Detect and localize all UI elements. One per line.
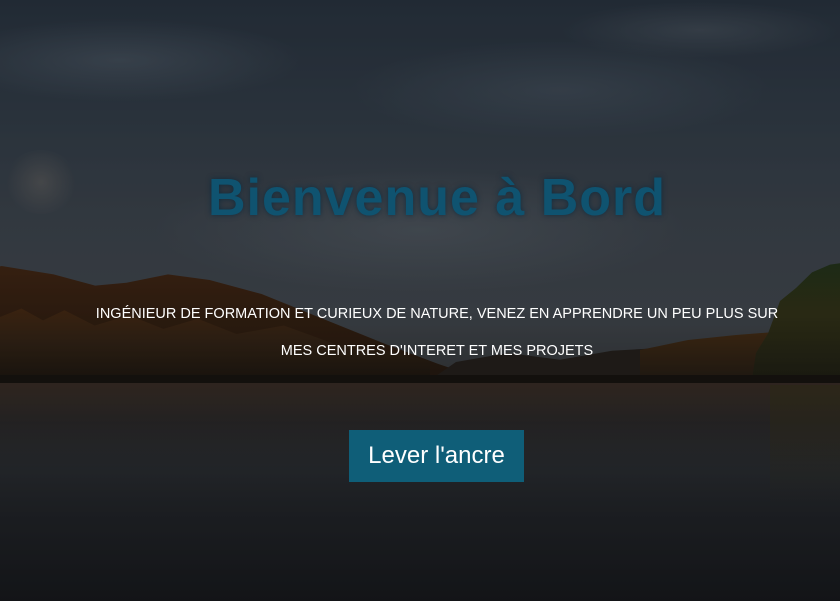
hero-subtitle-line-1: INGÉNIEUR DE FORMATION ET CURIEUX DE NAT… bbox=[95, 306, 779, 322]
hero-title: Bienvenue à Bord bbox=[207, 169, 667, 227]
hero-subtitle: INGÉNIEUR DE FORMATION ET CURIEUX DE NAT… bbox=[60, 296, 814, 370]
hero-content: Bienvenue à Bord INGÉNIEUR DE FORMATION … bbox=[0, 0, 840, 601]
hero-section: Bienvenue à Bord INGÉNIEUR DE FORMATION … bbox=[0, 0, 840, 601]
hero-subtitle-line-2: MES CENTRES D'INTERET ET MES PROJETS bbox=[280, 343, 594, 359]
lever-ancre-button[interactable]: Lever l'ancre bbox=[349, 430, 524, 482]
